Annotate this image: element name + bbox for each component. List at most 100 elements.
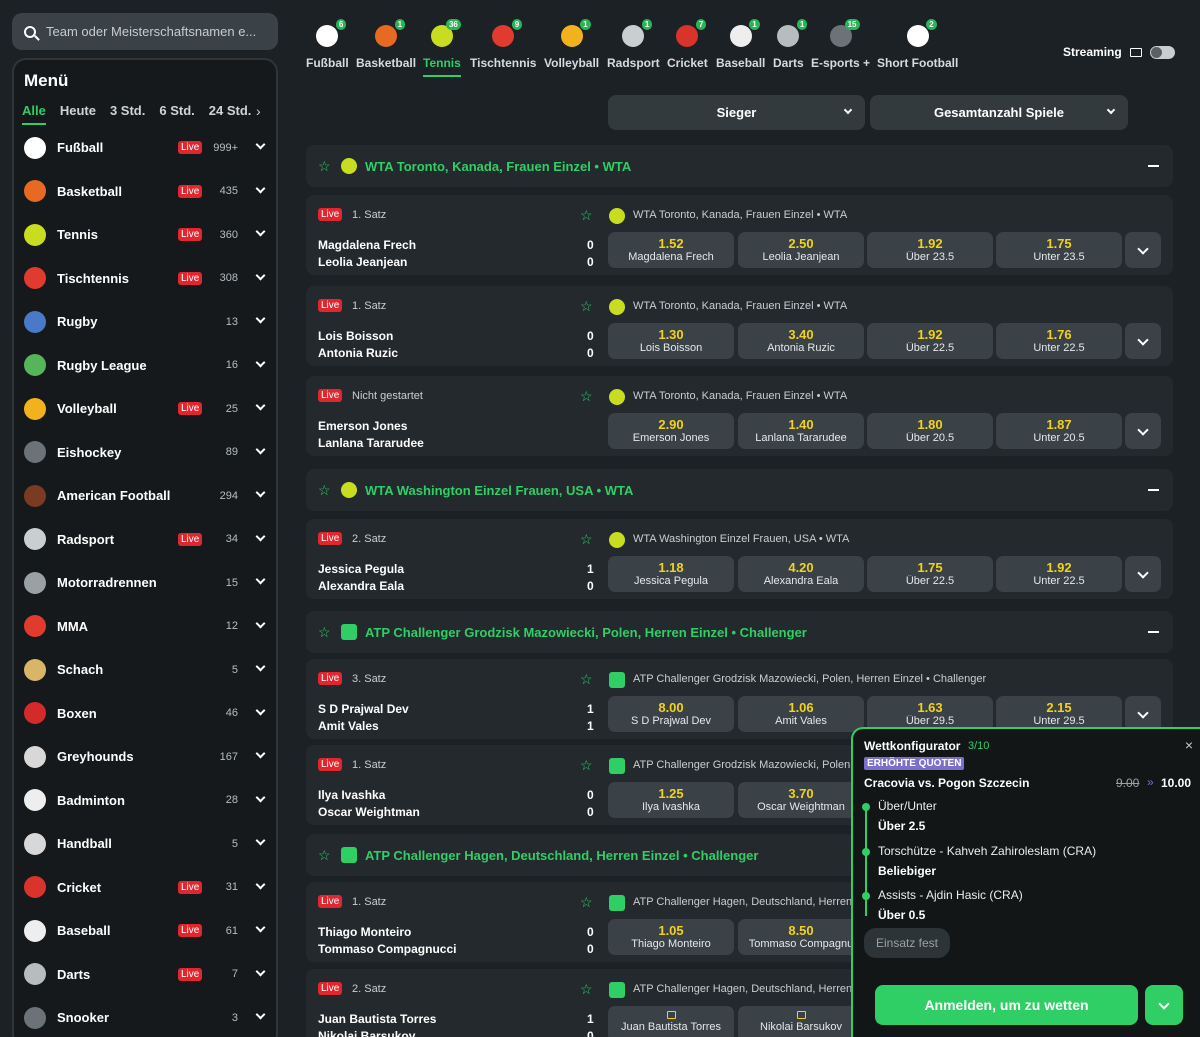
sidebar-item-19[interactable]: Darts Live 7 — [14, 953, 276, 996]
odds-button[interactable]: 1.92 Über 23.5 — [867, 232, 993, 268]
sidebar-item-8[interactable]: American Football 294 — [14, 474, 276, 517]
star-icon[interactable]: ☆ — [580, 531, 593, 548]
market-dropdown-winner[interactable]: Sieger — [608, 95, 865, 130]
login-to-bet-button[interactable]: Anmelden, um zu wetten — [875, 985, 1138, 1025]
chevron-down-icon[interactable] — [255, 444, 266, 454]
league-header[interactable]: ☆ WTA Washington Einzel Frauen, USA • WTA — [306, 469, 1173, 511]
stake-input[interactable]: Einsatz fest — [864, 928, 950, 958]
chevron-down-icon[interactable] — [255, 705, 266, 715]
sidebar-item-13[interactable]: Boxen 46 — [14, 692, 276, 735]
odds-button[interactable]: 1.30 Lois Boisson — [608, 323, 734, 359]
sidebar-item-3[interactable]: Tischtennis Live 308 — [14, 257, 276, 300]
odds-button[interactable]: 1.92 Über 22.5 — [867, 323, 993, 359]
collapse-icon[interactable] — [1148, 165, 1159, 167]
streaming-toggle[interactable]: Streaming — [1063, 45, 1175, 59]
tab-sport-10[interactable]: 2 Short Football — [877, 19, 958, 70]
search-bar[interactable]: Team oder Meisterschaftsnamen e... — [12, 13, 278, 50]
tab-sport-0[interactable]: 6 Fußball — [306, 19, 349, 70]
star-icon[interactable]: ☆ — [580, 981, 593, 998]
collapse-icon[interactable] — [1148, 489, 1159, 491]
chevron-down-icon[interactable] — [255, 139, 266, 150]
more-markets-button[interactable] — [1125, 323, 1161, 359]
chevron-down-icon[interactable] — [255, 792, 266, 802]
odds-button[interactable]: 1.05 Thiago Monteiro — [608, 919, 734, 955]
odds-button[interactable]: 1.18 Jessica Pegula — [608, 556, 734, 592]
star-icon[interactable]: ☆ — [318, 482, 331, 499]
more-markets-button[interactable] — [1125, 413, 1161, 449]
tab-sport-2[interactable]: 36 Tennis — [423, 19, 461, 77]
odds-button[interactable]: 4.20 Alexandra Eala — [738, 556, 864, 592]
sidebar-item-7[interactable]: Eishockey 89 — [14, 431, 276, 474]
chevron-down-icon[interactable] — [255, 183, 266, 193]
sidebar-item-10[interactable]: Motorradrennen 15 — [14, 561, 276, 604]
sidebar-item-15[interactable]: Badminton 28 — [14, 779, 276, 822]
tab-sport-4[interactable]: 1 Volleyball — [544, 19, 599, 70]
sidebar-item-18[interactable]: Baseball Live 61 — [14, 909, 276, 952]
sidebar-item-5[interactable]: Rugby League 16 — [14, 344, 276, 387]
star-icon[interactable]: ☆ — [580, 298, 593, 315]
chevron-down-icon[interactable] — [255, 357, 266, 367]
odds-button[interactable]: 3.70 Oscar Weightman — [738, 782, 864, 818]
chevron-down-icon[interactable] — [255, 835, 266, 846]
sidebar-item-4[interactable]: Rugby 13 — [14, 300, 276, 343]
sidebar-item-17[interactable]: Cricket Live 31 — [14, 866, 276, 909]
more-markets-button[interactable] — [1125, 556, 1161, 592]
search-input[interactable]: Team oder Meisterschaftsnamen e... — [46, 24, 256, 39]
event-row[interactable]: Live 1. Satz Magdalena Frech Leolia Jeanjea… — [306, 195, 1173, 275]
chevron-down-icon[interactable] — [255, 531, 266, 541]
time-filter-2[interactable]: 3 Std. — [110, 103, 145, 125]
market-dropdown-total-games[interactable]: Gesamtanzahl Spiele — [870, 95, 1128, 130]
odds-button[interactable]: 1.75 Über 22.5 — [867, 556, 993, 592]
star-icon[interactable]: ☆ — [580, 757, 593, 774]
event-row[interactable]: Live Nicht gestartet Emerson Jones Lanlana … — [306, 376, 1173, 456]
sidebar-item-1[interactable]: Basketball Live 435 — [14, 170, 276, 213]
time-filter-4[interactable]: 24 Std. — [209, 103, 252, 125]
time-filter-0[interactable]: Alle — [22, 103, 46, 125]
sidebar-item-16[interactable]: Handball 5 — [14, 822, 276, 865]
expand-button[interactable] — [1145, 985, 1183, 1025]
sidebar-item-12[interactable]: Schach 5 — [14, 648, 276, 691]
league-header[interactable]: ☆ WTA Toronto, Kanada, Frauen Einzel • WT… — [306, 145, 1173, 187]
odds-button[interactable]: 2.90 Emerson Jones — [608, 413, 734, 449]
odds-button[interactable]: 1.40 Lanlana Tararudee — [738, 413, 864, 449]
odds-button[interactable]: 1.87 Unter 20.5 — [996, 413, 1122, 449]
time-filter-1[interactable]: Heute — [60, 103, 96, 125]
star-icon[interactable]: ☆ — [318, 624, 331, 641]
close-icon[interactable]: × — [1185, 737, 1193, 753]
sidebar-item-9[interactable]: Radsport Live 34 — [14, 518, 276, 561]
tab-sport-9[interactable]: 15 E-sports + — [811, 19, 870, 70]
sidebar-item-14[interactable]: Greyhounds 167 — [14, 735, 276, 778]
star-icon[interactable]: ☆ — [580, 388, 593, 405]
odds-button[interactable]: 8.00 S D Prajwal Dev — [608, 696, 734, 732]
star-icon[interactable]: ☆ — [580, 207, 593, 224]
star-icon[interactable]: ☆ — [318, 847, 331, 864]
sidebar-item-2[interactable]: Tennis Live 360 — [14, 213, 276, 256]
chevron-down-icon[interactable] — [255, 313, 266, 324]
tab-sport-3[interactable]: 9 Tischtennis — [470, 19, 536, 70]
chevron-down-icon[interactable] — [255, 400, 266, 411]
chevron-down-icon[interactable] — [255, 922, 266, 933]
odds-button[interactable]: 1.76 Unter 22.5 — [996, 323, 1122, 359]
odds-button[interactable]: 1.25 Ilya Ivashka — [608, 782, 734, 818]
odds-button[interactable]: 3.40 Antonia Ruzic — [738, 323, 864, 359]
chevron-down-icon[interactable] — [255, 487, 266, 498]
league-header[interactable]: ☆ ATP Challenger Grodzisk Mazowiecki, Pol… — [306, 611, 1173, 653]
event-row[interactable]: Live 2. Satz Jessica Pegula Alexandra Eala 1… — [306, 519, 1173, 599]
chevron-right-icon[interactable]: › — [256, 103, 261, 119]
odds-button[interactable]: Juan Bautista Torres — [608, 1006, 734, 1037]
sidebar-item-11[interactable]: MMA 12 — [14, 605, 276, 648]
event-row[interactable]: Live 1. Satz Lois Boisson Antonia Ruzic 0 0 ☆ W… — [306, 286, 1173, 366]
sidebar-item-20[interactable]: Snooker 3 — [14, 996, 276, 1037]
odds-button[interactable]: Nikolai Barsukov — [738, 1006, 864, 1037]
chevron-down-icon[interactable] — [255, 748, 266, 759]
chevron-down-icon[interactable] — [255, 966, 266, 976]
chevron-down-icon[interactable] — [255, 661, 266, 672]
odds-button[interactable]: 1.80 Über 20.5 — [867, 413, 993, 449]
toggle-switch[interactable] — [1149, 45, 1175, 59]
time-filter-3[interactable]: 6 Std. — [159, 103, 194, 125]
chevron-down-icon[interactable] — [255, 574, 266, 585]
more-markets-button[interactable] — [1125, 232, 1161, 268]
sidebar-item-0[interactable]: Fußball Live 999+ — [14, 126, 276, 169]
odds-button[interactable]: 1.52 Magdalena Frech — [608, 232, 734, 268]
odds-button[interactable]: 1.75 Unter 23.5 — [996, 232, 1122, 268]
